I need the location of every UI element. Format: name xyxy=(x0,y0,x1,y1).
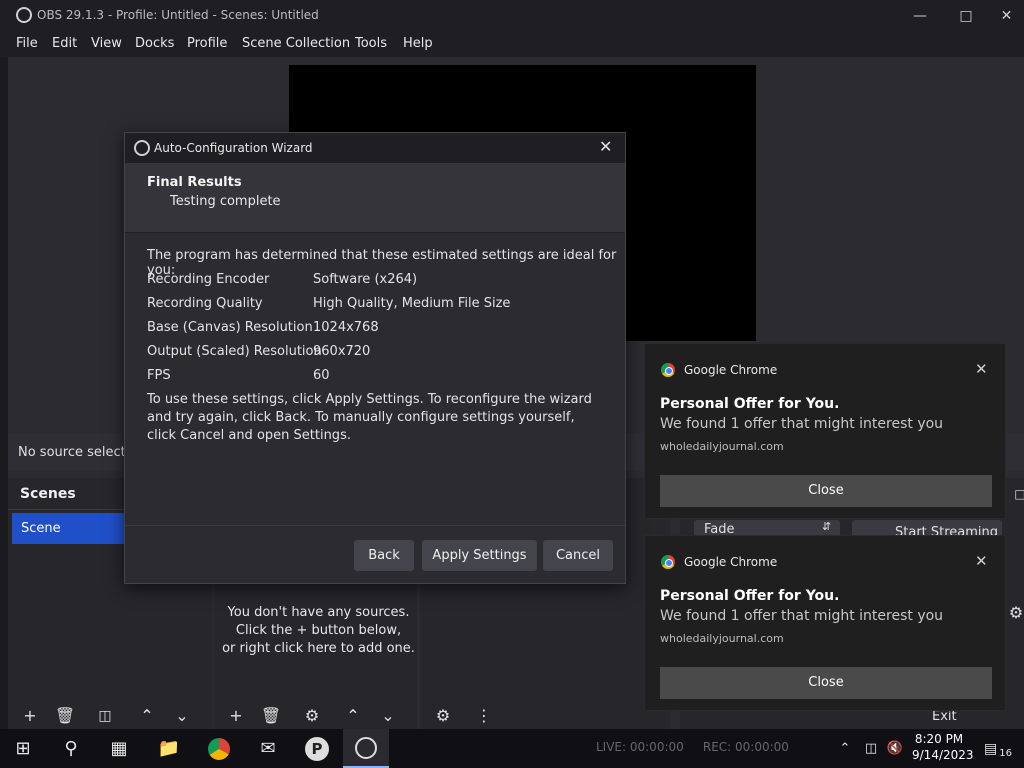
notification-count-badge: 16 xyxy=(999,748,1012,759)
scene-list-item[interactable]: Scene xyxy=(12,513,132,544)
sources-empty-line: Click the + button below, xyxy=(235,623,402,638)
menu-file[interactable]: File xyxy=(16,36,38,51)
setting-value: 60 xyxy=(313,368,330,383)
notification-app: Google Chrome xyxy=(684,363,778,377)
chevron-up-icon[interactable]: ⌃ xyxy=(834,729,856,768)
menu-bar: File Edit View Docks Profile Scene Colle… xyxy=(0,31,1024,57)
scene-item-label: Scene xyxy=(21,521,61,536)
app-p-icon[interactable]: P xyxy=(294,729,340,768)
chrome-icon xyxy=(661,363,675,377)
window-title: OBS 29.1.3 - Profile: Untitled - Scenes:… xyxy=(37,8,319,22)
auto-config-wizard-dialog: Auto-Configuration Wizard ✕ Final Result… xyxy=(124,132,626,584)
obs-logo-icon xyxy=(16,7,32,23)
trash-icon[interactable]: 🗑 xyxy=(259,704,283,728)
menu-docks[interactable]: Docks xyxy=(135,36,174,51)
chrome-icon[interactable] xyxy=(196,729,242,768)
status-bar: LIVE: 00:00:00 REC: 00:00:00 xyxy=(596,740,789,754)
mail-icon[interactable]: ✉ xyxy=(245,729,291,768)
setting-value: Software (x264) xyxy=(313,272,418,287)
search-icon[interactable]: ⚲ xyxy=(48,729,94,768)
final-results-title: Final Results xyxy=(147,175,242,190)
windows-start-icon[interactable]: ⊞ xyxy=(0,729,46,768)
menu-scene-collection[interactable]: Scene Collection xyxy=(242,36,350,51)
setting-label: Recording Quality xyxy=(147,296,263,311)
system-clock[interactable]: 8:20 PM 9/14/2023 xyxy=(912,731,974,763)
network-icon[interactable]: ◫ xyxy=(860,729,882,768)
notification-close-button[interactable]: Close xyxy=(660,475,992,507)
trash-icon[interactable]: 🗑 xyxy=(53,704,77,728)
maximize-icon[interactable]: □ xyxy=(943,0,989,31)
notification-source: wholedailyjournal.com xyxy=(660,632,784,645)
setting-label: Base (Canvas) Resolution xyxy=(147,320,313,335)
clock-time: 8:20 PM xyxy=(914,732,964,746)
dialog-title-bar: Auto-Configuration Wizard ✕ xyxy=(125,133,625,163)
add-source-icon[interactable]: + xyxy=(224,704,248,728)
setting-label: Recording Encoder xyxy=(147,272,270,287)
sources-empty-line: or right click here to add one. xyxy=(222,641,415,656)
gear-icon[interactable]: ⚙ xyxy=(300,704,324,728)
exit-button[interactable]: Exit xyxy=(932,709,957,724)
move-up-icon[interactable]: ⌃ xyxy=(135,704,159,728)
add-scene-icon[interactable]: + xyxy=(18,704,42,728)
clock-date: 9/14/2023 xyxy=(912,748,974,762)
scenes-title: Scenes xyxy=(20,486,76,502)
task-view-icon[interactable]: ▦ xyxy=(96,729,142,768)
menu-tools[interactable]: Tools xyxy=(355,36,387,51)
notification-center-icon[interactable]: ▤ 16 xyxy=(978,729,1018,768)
menu-edit[interactable]: Edit xyxy=(52,36,77,51)
chrome-notification[interactable]: Google Chrome ✕ Personal Offer for You. … xyxy=(644,535,1006,711)
rec-status: REC: 00:00:00 xyxy=(702,740,789,754)
chrome-notification[interactable]: Google Chrome ✕ Personal Offer for You. … xyxy=(644,343,1006,519)
setting-value: High Quality, Medium File Size xyxy=(313,296,511,311)
menu-view[interactable]: View xyxy=(91,36,122,51)
obs-taskbar-icon[interactable] xyxy=(343,729,389,768)
notification-title: Personal Offer for You. xyxy=(660,588,840,604)
move-down-icon[interactable]: ⌄ xyxy=(170,704,194,728)
move-up-icon[interactable]: ⌃ xyxy=(341,704,365,728)
apply-settings-button[interactable]: Apply Settings xyxy=(422,540,537,571)
back-button[interactable]: Back xyxy=(354,540,414,571)
close-icon[interactable]: ✕ xyxy=(975,360,988,378)
chevron-updown-icon: ⇵ xyxy=(822,520,832,533)
testing-complete-label: Testing complete xyxy=(170,194,281,209)
minimize-icon[interactable]: — xyxy=(897,0,943,31)
notification-app: Google Chrome xyxy=(684,555,778,569)
close-icon[interactable]: ✕ xyxy=(599,137,612,156)
divider xyxy=(125,525,625,526)
filter-icon[interactable]: ◫ xyxy=(93,704,117,728)
live-status: LIVE: 00:00:00 xyxy=(596,740,684,754)
menu-help[interactable]: Help xyxy=(403,36,433,51)
file-explorer-icon[interactable]: 📁 xyxy=(146,729,192,768)
dialog-title: Auto-Configuration Wizard xyxy=(154,141,313,155)
cancel-button[interactable]: Cancel xyxy=(543,540,613,571)
volume-icon[interactable]: 🔇 xyxy=(884,729,906,768)
title-bar: OBS 29.1.3 - Profile: Untitled - Scenes:… xyxy=(0,0,1024,31)
sources-empty-text: You don't have any sources. Click the + … xyxy=(214,604,423,658)
obs-logo-icon xyxy=(134,140,150,156)
chrome-icon xyxy=(661,555,675,569)
close-icon[interactable]: ✕ xyxy=(975,552,988,570)
dialog-description: To use these settings, click Apply Setti… xyxy=(147,392,592,443)
kebab-menu-icon[interactable]: ⋮ xyxy=(472,704,496,728)
dock-float-icon[interactable]: □ xyxy=(1008,482,1024,506)
notification-close-button[interactable]: Close xyxy=(660,667,992,699)
notification-source: wholedailyjournal.com xyxy=(660,440,784,453)
gear-icon[interactable]: ⚙ xyxy=(1004,601,1024,625)
advanced-audio-icon[interactable]: ⚙ xyxy=(431,704,455,728)
close-icon[interactable]: ✕ xyxy=(989,0,1024,31)
notification-message: We found 1 offer that might interest you xyxy=(660,608,944,624)
setting-value: 1024x768 xyxy=(313,320,379,335)
menu-profile[interactable]: Profile xyxy=(187,36,227,51)
notification-title: Personal Offer for You. xyxy=(660,396,840,412)
setting-label: Output (Scaled) Resolution xyxy=(147,344,322,359)
notification-message: We found 1 offer that might interest you xyxy=(660,416,944,432)
setting-value: 960x720 xyxy=(313,344,371,359)
sources-empty-line: You don't have any sources. xyxy=(227,605,410,620)
move-down-icon[interactable]: ⌄ xyxy=(376,704,400,728)
dialog-header: Final Results Testing complete xyxy=(125,163,625,233)
setting-label: FPS xyxy=(147,368,171,383)
